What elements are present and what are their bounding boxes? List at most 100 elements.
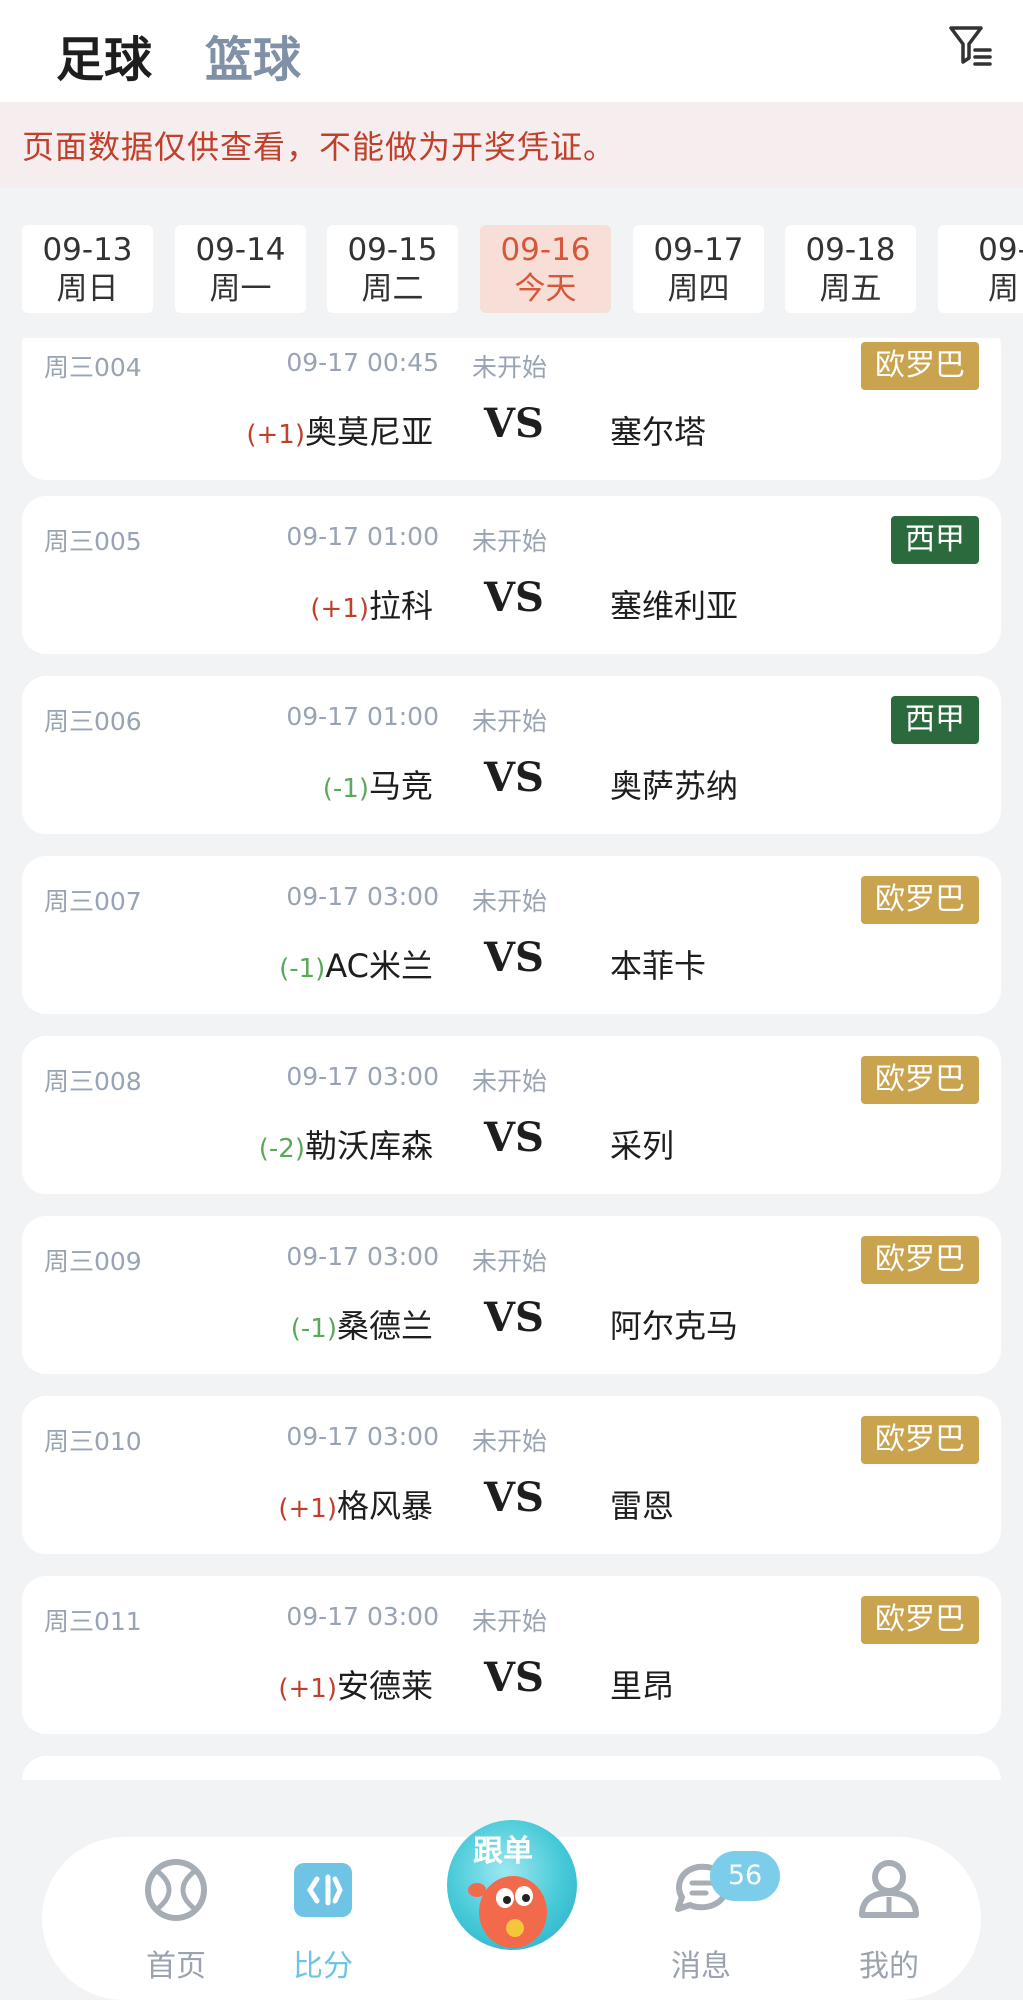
date-chip-date: 09-16 [500,232,591,268]
match-code: 周三010 [44,1427,142,1456]
date-selector: 09-13 周日 09-14 周一 09-15 周二 09-16 今天 09-1… [0,188,1023,338]
home-team: (-1)桑德兰 [122,1301,433,1347]
date-chip-day: 周日 [56,271,119,307]
match-card[interactable]: 周三010 09-17 03:00 未开始 欧罗巴 (+1)格风暴 VS 雷恩 [22,1396,1001,1554]
match-status: 未开始 [472,1427,548,1456]
bottom-nav-area: 首页 比分 跟单 消息 56 我的 [0,1780,1023,2000]
home-team-name: 马竞 [368,767,433,805]
match-status: 未开始 [472,1607,548,1636]
league-badge: 西甲 [891,516,979,564]
home-team: (-1)AC米兰 [122,941,433,987]
date-chip-date: 09-13 [42,232,133,268]
handicap: (+1) [278,1494,337,1524]
handicap: (+1) [246,420,305,450]
match-time: 09-17 03:00 [286,1242,439,1271]
match-time: 09-17 03:00 [286,1602,439,1631]
away-team: 塞尔塔 [610,413,707,451]
match-time: 09-17 03:00 [286,882,439,911]
home-team: (-1)马竞 [122,761,433,807]
date-chip-date: 09-14 [195,232,286,268]
league-badge: 欧罗巴 [861,342,979,390]
match-code: 周三005 [44,527,142,556]
date-chip[interactable]: 09- 周 [938,225,1023,313]
vs-label: VS [484,1294,544,1341]
nav-profile-label: 我的 [859,1949,919,1984]
match-status: 未开始 [472,527,548,556]
league-badge: 欧罗巴 [861,1416,979,1464]
vs-label: VS [484,400,544,447]
home-team-name: 格风暴 [336,1487,433,1525]
home-team-name: 奥莫尼亚 [304,413,433,451]
nav-score[interactable]: 比分 [253,1837,393,2000]
date-chip[interactable]: 09-17 周四 [633,225,764,313]
away-team: 塞维利亚 [610,587,739,625]
match-time: 09-17 03:00 [286,1062,439,1091]
away-team: 阿尔克马 [610,1307,739,1345]
nav-home-label: 首页 [146,1949,206,1984]
match-status: 未开始 [472,1067,548,1096]
match-card[interactable]: 周三008 09-17 03:00 未开始 欧罗巴 (-2)勒沃库森 VS 采列 [22,1036,1001,1194]
date-chip[interactable]: 09-14 周一 [175,225,306,313]
match-card-partial[interactable] [22,1756,1001,1780]
home-team-name: 拉科 [368,587,433,625]
top-header: 足球 篮球 [0,0,1023,102]
away-team: 本菲卡 [610,947,707,985]
date-chip-day: 今天 [514,271,577,307]
match-code: 周三008 [44,1067,142,1096]
home-team: (+1)安德莱 [122,1661,433,1707]
notice-bar: 页面数据仅供查看，不能做为开奖凭证。 [0,102,1023,188]
date-chip-today[interactable]: 09-16 今天 [480,225,611,313]
league-badge: 欧罗巴 [861,1236,979,1284]
home-team-name: 勒沃库森 [304,1127,433,1165]
date-chip-date: 09-17 [653,232,744,268]
date-chip[interactable]: 09-18 周五 [785,225,916,313]
nav-profile[interactable]: 我的 [819,1837,959,2000]
match-time: 09-17 00:45 [286,348,439,377]
user-icon [859,1860,919,1918]
tab-football[interactable]: 足球 [56,20,152,90]
match-list[interactable]: 周三004 09-17 00:45 未开始 欧罗巴 (+1)奥莫尼亚 VS 塞尔… [0,338,1023,1780]
match-card[interactable]: 周三004 09-17 00:45 未开始 欧罗巴 (+1)奥莫尼亚 VS 塞尔… [22,338,1001,480]
follow-bet-label: 跟单 [473,1834,533,1869]
follow-bet-button[interactable]: 跟单 [447,1820,577,1950]
league-badge: 欧罗巴 [861,876,979,924]
home-team: (+1)奥莫尼亚 [122,407,433,453]
vs-label: VS [484,1474,544,1521]
match-time: 09-17 01:00 [286,522,439,551]
home-team: (-2)勒沃库森 [122,1121,433,1167]
message-count-badge: 56 [710,1851,780,1901]
vs-label: VS [484,1654,544,1701]
date-chip[interactable]: 09-13 周日 [22,225,153,313]
match-card[interactable]: 周三009 09-17 03:00 未开始 欧罗巴 (-1)桑德兰 VS 阿尔克… [22,1216,1001,1374]
match-card[interactable]: 周三007 09-17 03:00 未开始 欧罗巴 (-1)AC米兰 VS 本菲… [22,856,1001,1014]
handicap: (-1) [290,1314,337,1344]
match-status: 未开始 [472,1247,548,1276]
nav-messages-label: 消息 [671,1949,731,1984]
home-team-name: AC米兰 [325,947,433,985]
match-status: 未开始 [472,707,548,736]
ball-icon [145,1859,207,1921]
league-badge: 欧罗巴 [861,1596,979,1644]
match-code: 周三006 [44,707,142,736]
date-chip-day: 周五 [819,271,882,307]
handicap: (-1) [279,954,326,984]
tab-basketball[interactable]: 篮球 [205,20,301,90]
notice-text: 页面数据仅供查看，不能做为开奖凭证。 [22,128,617,166]
date-chip[interactable]: 09-15 周二 [327,225,458,313]
filter-icon[interactable] [948,22,994,68]
handicap: (+1) [278,1674,337,1704]
league-badge: 欧罗巴 [861,1056,979,1104]
nav-score-label: 比分 [293,1949,353,1984]
handicap: (-2) [258,1134,305,1164]
bottom-tab-bar: 首页 比分 跟单 消息 56 我的 [42,1820,981,2000]
home-team: (+1)拉科 [122,581,433,627]
match-card[interactable]: 周三011 09-17 03:00 未开始 欧罗巴 (+1)安德莱 VS 里昂 [22,1576,1001,1734]
nav-home[interactable]: 首页 [106,1837,246,2000]
home-team-name: 安德莱 [336,1667,433,1705]
vs-label: VS [484,574,544,621]
vs-label: VS [484,934,544,981]
match-card[interactable]: 周三005 09-17 01:00 未开始 西甲 (+1)拉科 VS 塞维利亚 [22,496,1001,654]
match-card[interactable]: 周三006 09-17 01:00 未开始 西甲 (-1)马竞 VS 奥萨苏纳 [22,676,1001,834]
match-time: 09-17 03:00 [286,1422,439,1451]
match-code: 周三007 [44,887,142,916]
